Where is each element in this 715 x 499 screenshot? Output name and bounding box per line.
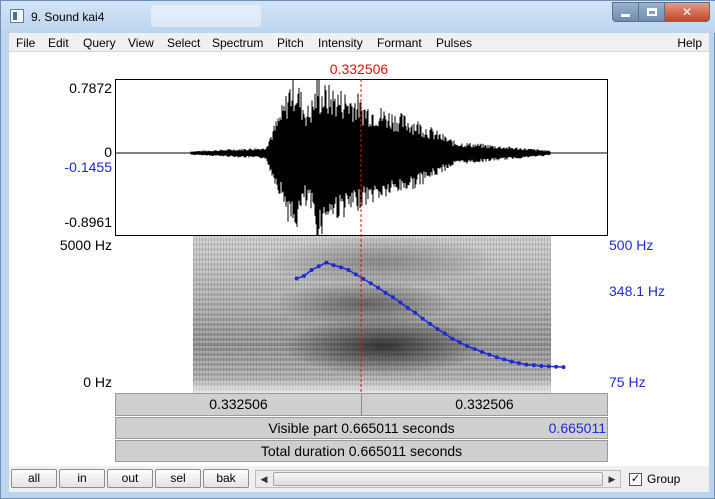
pitch-point bbox=[420, 316, 425, 321]
total-duration-text: Total duration 0.665011 seconds bbox=[260, 443, 463, 459]
pitch-point bbox=[450, 336, 455, 341]
zoom-in-button[interactable]: in bbox=[59, 469, 105, 488]
pitch-point bbox=[465, 344, 470, 349]
pitch-max-label: 500 Hz bbox=[609, 237, 654, 253]
waveform-cursor-value-label: -0.1455 bbox=[64, 159, 112, 175]
pitch-point bbox=[539, 364, 544, 368]
maximize-icon bbox=[646, 8, 657, 16]
time-scrollbar[interactable]: ◀ ▶ bbox=[255, 470, 621, 488]
menu-file[interactable]: File bbox=[16, 36, 35, 50]
close-icon: ✕ bbox=[681, 5, 693, 19]
pitch-point bbox=[494, 355, 499, 360]
menu-pitch[interactable]: Pitch bbox=[277, 36, 304, 50]
zoom-out-button[interactable]: out bbox=[107, 469, 153, 488]
group-label: Group bbox=[647, 472, 681, 486]
pitch-point bbox=[554, 364, 559, 369]
menu-help[interactable]: Help bbox=[677, 36, 702, 50]
pitch-point bbox=[509, 359, 514, 364]
pitch-point bbox=[561, 365, 566, 370]
menu-view[interactable]: View bbox=[128, 36, 154, 50]
scrollbar-thumb[interactable] bbox=[273, 472, 603, 486]
pitch-point bbox=[353, 272, 358, 277]
menu-spectrum[interactable]: Spectrum bbox=[212, 36, 263, 50]
pitch-point bbox=[457, 340, 462, 345]
bottom-toolbar: all in out sel bak ◀ ▶ ✓ Group bbox=[9, 466, 709, 492]
pitch-point bbox=[413, 310, 418, 315]
pitch-point bbox=[405, 306, 410, 310]
cursor-segment-bar[interactable]: 0.332506 0.332506 bbox=[115, 393, 608, 416]
zoom-selection-button[interactable]: sel bbox=[155, 469, 201, 488]
left-segment-duration[interactable]: 0.332506 bbox=[116, 394, 361, 415]
window-title: 9. Sound kai4 bbox=[31, 10, 105, 24]
menu-query[interactable]: Query bbox=[83, 36, 116, 50]
pitch-point bbox=[383, 290, 388, 295]
pitch-point bbox=[531, 363, 536, 368]
waveform-zero-label: 0 bbox=[104, 144, 112, 160]
pitch-point bbox=[316, 264, 321, 269]
maximize-button[interactable] bbox=[639, 2, 665, 22]
signal-overlay bbox=[115, 79, 608, 393]
scroll-right-icon[interactable]: ▶ bbox=[604, 471, 620, 487]
pitch-point bbox=[346, 268, 351, 272]
pitch-point bbox=[502, 357, 507, 362]
group-checkbox[interactable]: ✓ bbox=[629, 472, 642, 486]
spectrogram-freq-min-label: 0 Hz bbox=[83, 374, 112, 390]
waveform-min-label: -0.8961 bbox=[64, 214, 112, 230]
pitch-contour-line bbox=[296, 261, 564, 368]
pitch-point bbox=[324, 260, 329, 265]
menu-bar: File Edit Query View Select Spectrum Pit… bbox=[9, 33, 709, 52]
pitch-point bbox=[487, 352, 492, 357]
pitch-point bbox=[524, 362, 529, 367]
pitch-point bbox=[428, 321, 433, 326]
pitch-point bbox=[331, 263, 336, 268]
cursor-time-label: 0.332506 bbox=[329, 61, 389, 77]
waveform-trace bbox=[190, 80, 551, 235]
menu-intensity[interactable]: Intensity bbox=[318, 36, 363, 50]
pitch-contour-points bbox=[294, 260, 566, 370]
pitch-point bbox=[368, 281, 373, 286]
pitch-point bbox=[376, 285, 381, 290]
title-glass-highlight bbox=[151, 5, 261, 27]
pitch-point bbox=[302, 273, 306, 278]
pitch-point bbox=[546, 364, 551, 369]
pitch-point bbox=[339, 265, 344, 270]
zoom-all-button[interactable]: all bbox=[11, 469, 57, 488]
pitch-point bbox=[309, 268, 314, 272]
menu-select[interactable]: Select bbox=[167, 36, 200, 50]
minimize-icon bbox=[621, 13, 630, 17]
pitch-point bbox=[398, 300, 403, 305]
total-duration-bar[interactable]: Total duration 0.665011 seconds bbox=[115, 440, 608, 462]
pitch-point bbox=[361, 276, 366, 281]
pitch-point bbox=[480, 350, 484, 354]
pitch-cursor-label: 348.1 Hz bbox=[609, 283, 666, 299]
pitch-point bbox=[391, 295, 395, 300]
waveform-samples bbox=[190, 80, 551, 235]
menu-formant[interactable]: Formant bbox=[377, 36, 422, 50]
spectrogram-freq-max-label: 5000 Hz bbox=[59, 237, 112, 253]
scroll-left-icon[interactable]: ◀ bbox=[256, 471, 272, 487]
pitch-point bbox=[294, 276, 299, 281]
sound-editor-canvas[interactable]: 0.332506 0.7872 0 -0.1455 -0.8961 5000 H… bbox=[9, 52, 709, 466]
visible-end-label: 0.665011 bbox=[548, 420, 606, 436]
praat-sound-window: 9. Sound kai4 ✕ File Edit Query View Sel… bbox=[0, 0, 715, 499]
menu-pulses[interactable]: Pulses bbox=[436, 36, 472, 50]
right-segment-duration[interactable]: 0.332506 bbox=[362, 394, 607, 415]
title-bar[interactable]: 9. Sound kai4 ✕ bbox=[1, 1, 715, 33]
menu-edit[interactable]: Edit bbox=[48, 36, 69, 50]
waveform-max-label: 0.7872 bbox=[69, 80, 112, 96]
zoom-back-button[interactable]: bak bbox=[203, 469, 249, 488]
minimize-button[interactable] bbox=[612, 2, 639, 22]
pitch-min-label: 75 Hz bbox=[609, 374, 646, 390]
group-toggle[interactable]: ✓ Group bbox=[629, 472, 680, 486]
pitch-point bbox=[472, 347, 477, 351]
pitch-point bbox=[435, 327, 440, 332]
window-icon[interactable] bbox=[10, 9, 24, 23]
pitch-point bbox=[517, 361, 521, 366]
pitch-point bbox=[442, 331, 447, 336]
close-button[interactable]: ✕ bbox=[665, 2, 710, 22]
